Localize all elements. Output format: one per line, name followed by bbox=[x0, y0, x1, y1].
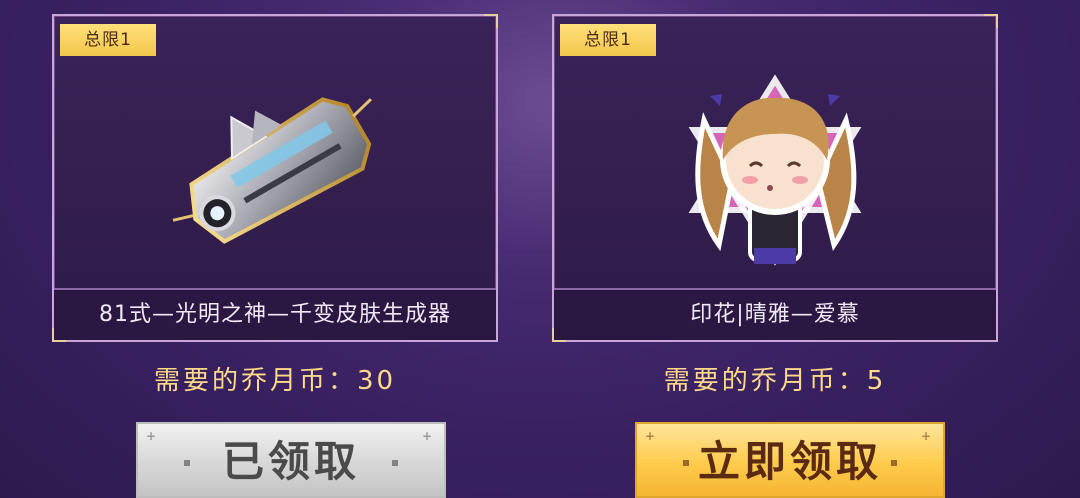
button-label: 立即领取 bbox=[697, 437, 882, 486]
cost-text: 需要的乔月币：5 bbox=[663, 366, 887, 396]
weapon-skin-generator-icon bbox=[172, 97, 372, 244]
button-label: 已领取 bbox=[221, 437, 360, 486]
button-dot bbox=[392, 460, 398, 466]
limit-tag: 总限1 bbox=[60, 24, 156, 56]
item-name: 印花|晴雅—爱慕 bbox=[554, 288, 996, 340]
reward-card-skin-generator[interactable]: 总限1 81式—光明之神—千变皮肤生成器 bbox=[52, 14, 498, 342]
button-dot bbox=[683, 460, 689, 466]
corner-plus: + bbox=[146, 429, 161, 443]
claim-now-button[interactable]: + + 立即领取 bbox=[635, 422, 945, 498]
button-dot bbox=[891, 460, 897, 466]
claimed-button[interactable]: + + 已领取 bbox=[136, 422, 446, 498]
limit-tag: 总限1 bbox=[560, 24, 656, 56]
chibi-girl-sticker-icon bbox=[688, 74, 862, 266]
cost-text: 需要的乔月币：30 bbox=[153, 366, 397, 396]
corner-plus: + bbox=[645, 429, 660, 443]
item-name: 81式—光明之神—千变皮肤生成器 bbox=[54, 288, 496, 340]
button-dot bbox=[184, 460, 190, 466]
corner-plus: + bbox=[920, 429, 935, 443]
reward-card-sticker[interactable]: 总限1 印花|晴雅—爱慕 bbox=[552, 14, 998, 342]
corner-plus: + bbox=[421, 429, 436, 443]
